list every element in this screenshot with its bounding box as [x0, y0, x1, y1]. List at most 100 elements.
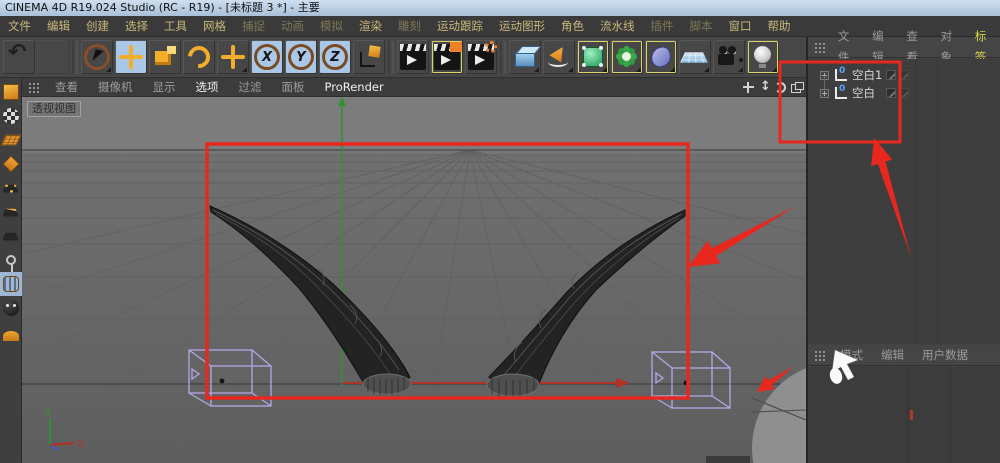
viewport-menu-bar: 查看 摄像机 显示 选项 过滤 面板 ProRender	[22, 78, 806, 97]
menu-item[interactable]: 帮助	[760, 16, 799, 37]
attribute-manager-menu: 模式 编辑 用户数据	[808, 345, 1000, 366]
object-row-null2[interactable]: 空白	[808, 84, 1000, 102]
render-picture-icon[interactable]	[431, 40, 463, 74]
lt-locked-icon[interactable]	[0, 320, 22, 344]
zoom-view-icon[interactable]	[757, 79, 772, 95]
panel-handle-icon[interactable]	[814, 41, 825, 53]
panel-handle-icon[interactable]	[814, 349, 827, 361]
null-object-icon	[835, 66, 847, 81]
menu-item[interactable]: 运动跟踪	[429, 16, 491, 37]
highlight-circle	[751, 368, 806, 463]
null-cube-left[interactable]	[188, 349, 272, 407]
last-tool-icon[interactable]	[217, 40, 249, 74]
menu-item[interactable]: 窗口	[721, 16, 760, 37]
menu-item[interactable]: 编辑	[39, 16, 78, 37]
null-center-dot	[683, 380, 689, 386]
toolbar-separator[interactable]	[500, 40, 506, 74]
visibility-toggle-icon[interactable]	[886, 70, 896, 80]
object-row-null1[interactable]: 空白1	[808, 66, 1000, 84]
mograph-icon[interactable]	[611, 40, 643, 74]
attribute-manager-menu-item[interactable]: 用户数据	[913, 345, 977, 366]
menu-item[interactable]: 插件	[643, 16, 682, 37]
select-arrow-icon[interactable]	[81, 40, 113, 74]
menu-item[interactable]: 角色	[553, 16, 592, 37]
render-settings-icon[interactable]	[465, 40, 497, 74]
expand-icon[interactable]	[820, 88, 829, 98]
menu-item[interactable]: 工具	[156, 16, 195, 37]
lt-polygons-icon[interactable]	[0, 224, 22, 248]
visibility-toggle-icon[interactable]	[899, 70, 909, 80]
lt-makeeditable-icon[interactable]	[0, 80, 22, 104]
lt-workplane-icon[interactable]	[0, 152, 22, 176]
object-name[interactable]: 空白	[852, 85, 875, 101]
null-center-dot	[219, 378, 225, 384]
rotate-tool-icon[interactable]	[183, 40, 215, 74]
null-cube-right[interactable]	[651, 351, 731, 409]
menu-item[interactable]: 模拟	[312, 16, 351, 37]
menu-item[interactable]: 脚本	[682, 16, 721, 37]
menu-item[interactable]: 网格	[195, 16, 234, 37]
redo-icon[interactable]	[37, 40, 69, 74]
lt-axis-icon[interactable]	[0, 248, 22, 273]
z-axis-button[interactable]: Z	[319, 40, 351, 74]
light-icon[interactable]	[747, 40, 779, 74]
toolbar-separator[interactable]	[388, 40, 394, 74]
window-title: CINEMA 4D R19.024 Studio (RC - R19) - [未…	[0, 0, 1000, 16]
viewport-nav	[740, 79, 804, 95]
viewport-menu-item[interactable]: 过滤	[229, 78, 272, 97]
object-manager-list[interactable]: 空白1 空白	[808, 59, 1000, 344]
menu-item[interactable]: 运动图形	[491, 16, 553, 37]
lt-solo-icon[interactable]	[0, 272, 22, 296]
menu-item[interactable]: 选择	[117, 16, 156, 37]
menu-item[interactable]: 捕捉	[234, 16, 273, 37]
lt-model-icon[interactable]	[0, 104, 22, 128]
subdivision-icon[interactable]	[577, 40, 609, 74]
horn-right[interactable]	[486, 209, 686, 397]
toolbar-separator[interactable]	[72, 40, 78, 74]
primitive-cube-icon[interactable]	[509, 40, 541, 74]
pan-view-icon[interactable]	[741, 80, 756, 95]
viewport-menu-item[interactable]: 显示	[143, 78, 186, 97]
y-axis-button[interactable]: Y	[285, 40, 317, 74]
undo-icon[interactable]	[3, 40, 35, 74]
viewport-menu-item[interactable]: ProRender	[315, 78, 394, 97]
render-view-icon[interactable]	[397, 40, 429, 74]
column-separator	[915, 59, 916, 344]
menu-item[interactable]: 文件	[0, 16, 39, 37]
menu-item[interactable]: 动画	[273, 16, 312, 37]
viewport-menu-item[interactable]: 查看	[45, 78, 88, 97]
camera-icon[interactable]	[713, 40, 745, 74]
scale-tool-icon[interactable]	[149, 40, 181, 74]
rotate-view-icon[interactable]	[773, 80, 788, 95]
menu-item[interactable]: 创建	[78, 16, 117, 37]
x-axis-button[interactable]: X	[251, 40, 283, 74]
maximize-view-icon[interactable]	[789, 80, 804, 95]
viewport-menu-item[interactable]: 摄像机	[88, 78, 143, 97]
floor-icon[interactable]	[679, 40, 711, 74]
lt-edges-icon[interactable]	[0, 200, 22, 224]
attribute-manager-menu-item[interactable]: 模式	[831, 345, 872, 366]
lt-snap-icon[interactable]	[0, 296, 22, 320]
lt-texture-icon[interactable]	[0, 128, 22, 152]
scene-svg: Y X	[22, 97, 806, 463]
lt-points-icon[interactable]	[0, 176, 22, 200]
menu-item[interactable]: 渲染	[351, 16, 390, 37]
object-name[interactable]: 空白1	[852, 67, 882, 83]
panel-handle-icon[interactable]	[28, 81, 41, 93]
visibility-toggle-icon[interactable]	[899, 88, 909, 98]
visibility-toggle-icon[interactable]	[886, 88, 896, 98]
viewport-menu-item[interactable]: 选项	[186, 78, 229, 97]
attribute-manager-menu-item[interactable]: 编辑	[872, 345, 913, 366]
deformer-icon[interactable]	[645, 40, 677, 74]
coord-system-icon[interactable]	[353, 40, 385, 74]
spline-pen-icon[interactable]	[543, 40, 575, 74]
gizmo-y-label: Y	[44, 407, 52, 418]
menu-item[interactable]: 雕刻	[390, 16, 429, 37]
world-grid	[22, 149, 806, 463]
move-tool-icon[interactable]	[115, 40, 147, 74]
viewport-canvas[interactable]: Y X 透视视图	[22, 97, 806, 463]
menu-item[interactable]: 流水线	[592, 16, 643, 37]
viewport-menu-item[interactable]: 面板	[272, 78, 315, 97]
view-label[interactable]: 透视视图	[27, 101, 81, 117]
attribute-manager-body[interactable]	[808, 367, 1000, 463]
